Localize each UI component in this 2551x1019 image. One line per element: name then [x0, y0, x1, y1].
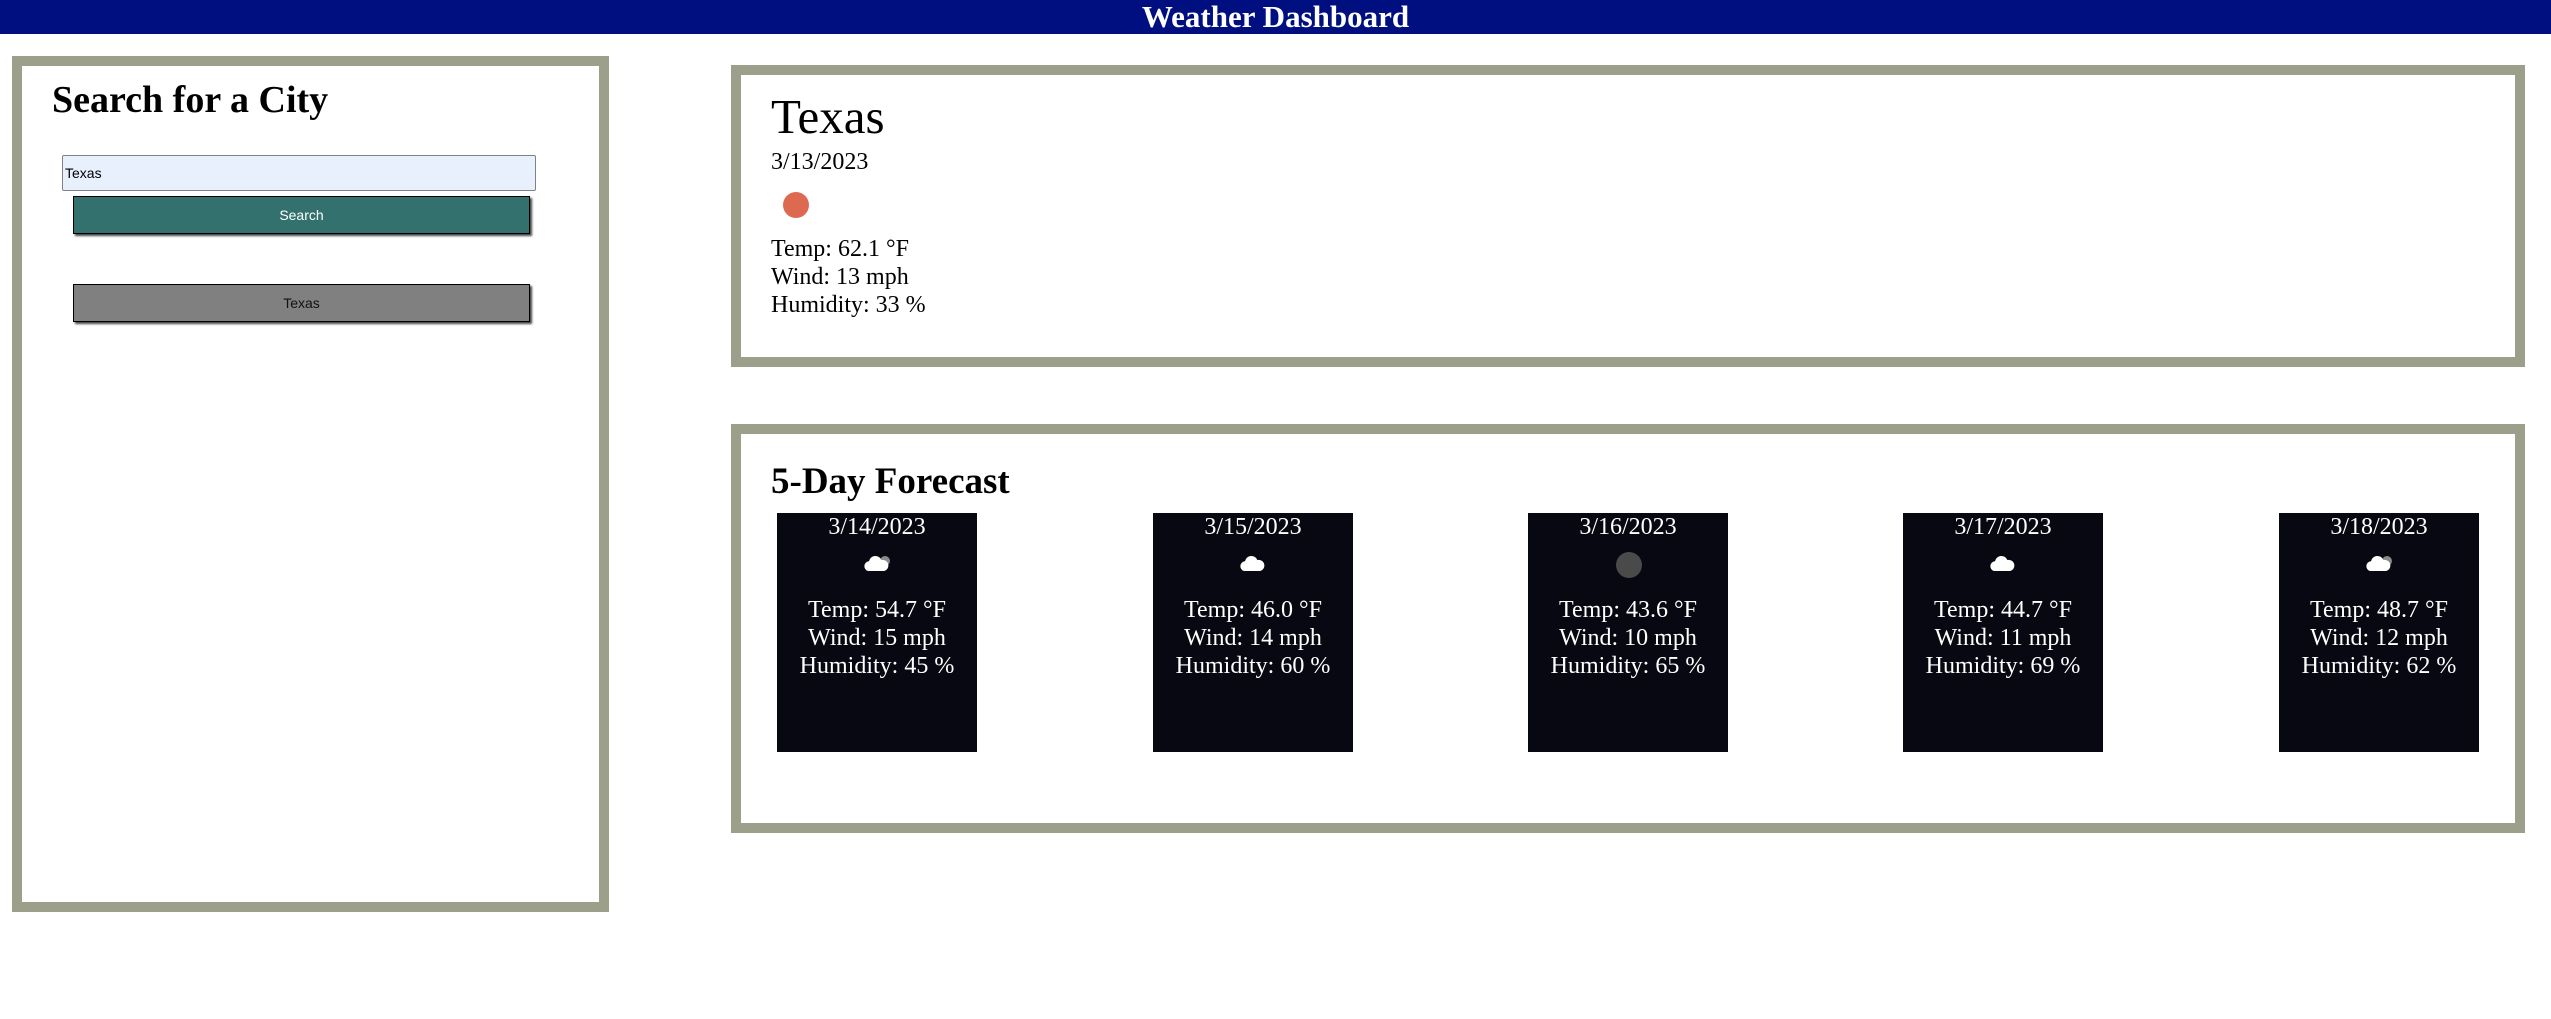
forecast-date: 3/17/2023	[1954, 514, 2052, 540]
forecast-temp: Temp: 46.0 °F	[1184, 597, 1322, 623]
forecast-title: 5-Day Forecast	[771, 461, 1010, 502]
current-humidity: Humidity: 33 %	[771, 292, 926, 318]
forecast-date: 3/16/2023	[1579, 514, 1677, 540]
forecast-panel: 5-Day Forecast 3/14/2023 Temp: 54.7 °F W…	[731, 424, 2525, 833]
page-title: Weather Dashboard	[1141, 0, 1410, 34]
forecast-date: 3/14/2023	[828, 514, 926, 540]
forecast-date: 3/18/2023	[2330, 514, 2428, 540]
forecast-humidity: Humidity: 45 %	[799, 653, 955, 679]
forecast-card: 3/16/2023 Temp: 43.6 °F Wind: 10 mph Hum…	[1528, 513, 1728, 752]
forecast-temp: Temp: 54.7 °F	[808, 597, 946, 623]
forecast-temp: Temp: 43.6 °F	[1559, 597, 1697, 623]
forecast-stats: Temp: 48.7 °F Wind: 12 mph Humidity: 62 …	[2279, 596, 2479, 680]
forecast-card: 3/18/2023 Temp: 48.7 °F Wind: 12 mph Hum…	[2279, 513, 2479, 752]
forecast-date: 3/15/2023	[1204, 514, 1302, 540]
current-temp: Temp: 62.1 °F	[771, 236, 909, 262]
forecast-wind: Wind: 14 mph	[1184, 625, 1322, 651]
page-header: Weather Dashboard	[0, 0, 2551, 34]
current-date: 3/13/2023	[771, 149, 869, 175]
forecast-wind: Wind: 12 mph	[2310, 625, 2448, 651]
forecast-temp: Temp: 48.7 °F	[2310, 597, 2448, 623]
history-button-texas[interactable]: Texas	[73, 284, 530, 322]
forecast-humidity: Humidity: 60 %	[1175, 653, 1331, 679]
partly-cloudy-icon	[864, 555, 890, 571]
cloud-icon	[1990, 555, 2015, 571]
forecast-stats: Temp: 43.6 °F Wind: 10 mph Humidity: 65 …	[1528, 596, 1728, 680]
cloud-icon	[1240, 555, 1265, 571]
search-title: Search for a City	[52, 79, 329, 121]
forecast-humidity: Humidity: 65 %	[1550, 653, 1706, 679]
forecast-temp: Temp: 44.7 °F	[1934, 597, 2072, 623]
forecast-card: 3/15/2023 Temp: 46.0 °F Wind: 14 mph Hum…	[1153, 513, 1353, 752]
sun-icon	[783, 192, 809, 218]
forecast-wind: Wind: 15 mph	[808, 625, 946, 651]
forecast-stats: Temp: 46.0 °F Wind: 14 mph Humidity: 60 …	[1153, 596, 1353, 680]
forecast-stats: Temp: 44.7 °F Wind: 11 mph Humidity: 69 …	[1903, 596, 2103, 680]
current-wind: Wind: 13 mph	[771, 264, 909, 290]
forecast-wind: Wind: 11 mph	[1934, 625, 2072, 651]
search-panel: Search for a City Search Texas	[12, 56, 609, 912]
forecast-card: 3/17/2023 Temp: 44.7 °F Wind: 11 mph Hum…	[1903, 513, 2103, 752]
current-city: Texas	[771, 89, 885, 144]
current-weather-panel: Texas 3/13/2023 Temp: 62.1 °F Wind: 13 m…	[731, 65, 2525, 367]
city-search-input[interactable]	[62, 155, 536, 191]
partly-cloudy-icon	[2366, 555, 2392, 571]
forecast-stats: Temp: 54.7 °F Wind: 15 mph Humidity: 45 …	[777, 596, 977, 680]
forecast-wind: Wind: 10 mph	[1559, 625, 1697, 651]
forecast-humidity: Humidity: 62 %	[2301, 653, 2457, 679]
overcast-icon	[1616, 552, 1642, 578]
search-button[interactable]: Search	[73, 196, 530, 234]
forecast-humidity: Humidity: 69 %	[1925, 653, 2081, 679]
current-stats: Temp: 62.1 °F Wind: 13 mph Humidity: 33 …	[771, 235, 926, 319]
forecast-card: 3/14/2023 Temp: 54.7 °F Wind: 15 mph Hum…	[777, 513, 977, 752]
